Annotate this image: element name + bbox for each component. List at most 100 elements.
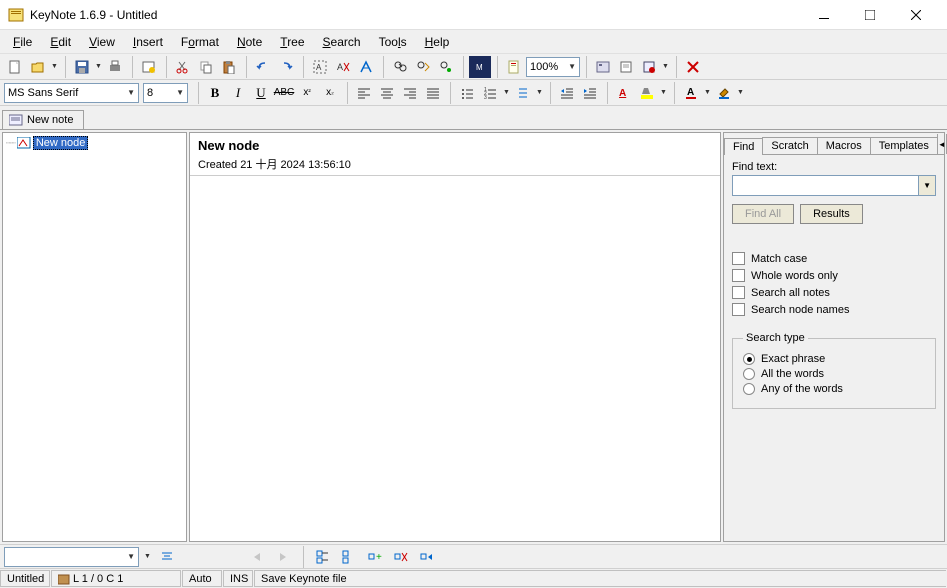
style-icon[interactable]	[355, 56, 377, 78]
menu-file[interactable]: File	[4, 32, 41, 52]
sidebar-tab-left-icon[interactable]: ◄	[937, 134, 946, 154]
copy-icon[interactable]	[195, 56, 217, 78]
indent-icon[interactable]	[579, 82, 601, 104]
strikethrough-icon[interactable]: ABC	[273, 82, 295, 104]
bg-color-icon[interactable]	[713, 82, 735, 104]
nav-back-icon[interactable]	[246, 546, 268, 568]
bullets-icon[interactable]	[456, 82, 478, 104]
paste-icon[interactable]	[218, 56, 240, 78]
menu-tree[interactable]: Tree	[271, 32, 313, 52]
find-label: Find text:	[732, 161, 936, 173]
maximize-button[interactable]	[847, 0, 893, 30]
undo-icon[interactable]	[252, 56, 274, 78]
numbering-icon[interactable]: 123	[479, 82, 501, 104]
any-words-radio[interactable]: Any of the words	[743, 383, 925, 395]
select-all-icon[interactable]: A	[309, 56, 331, 78]
align-right-icon[interactable]	[399, 82, 421, 104]
whole-words-checkbox[interactable]: Whole words only	[732, 269, 936, 282]
options-icon[interactable]	[592, 56, 614, 78]
find-icon[interactable]	[389, 56, 411, 78]
style-dropdown-icon[interactable]: ▼	[143, 546, 152, 568]
outdent-icon[interactable]	[556, 82, 578, 104]
tree-collapse-icon[interactable]	[338, 546, 360, 568]
menu-format[interactable]: Format	[172, 32, 228, 52]
clear-format-icon[interactable]: A	[332, 56, 354, 78]
nav-forward-icon[interactable]	[272, 546, 294, 568]
results-button[interactable]: Results	[800, 204, 863, 224]
redo-icon[interactable]	[275, 56, 297, 78]
open-dropdown-icon[interactable]: ▼	[50, 56, 59, 78]
new-file-icon[interactable]	[4, 56, 26, 78]
svg-text:M: M	[476, 63, 483, 72]
sidebar-tab-scratch[interactable]: Scratch	[762, 137, 817, 154]
cut-icon[interactable]	[172, 56, 194, 78]
style-combo[interactable]: ▼	[4, 547, 139, 567]
alarm-icon[interactable]	[638, 56, 660, 78]
template-icon[interactable]	[503, 56, 525, 78]
tree-add-icon[interactable]: +	[364, 546, 386, 568]
menu-search[interactable]: Search	[314, 32, 370, 52]
minimize-button[interactable]	[801, 0, 847, 30]
superscript-icon[interactable]: x²	[296, 82, 318, 104]
editor-body[interactable]	[190, 176, 720, 541]
italic-icon[interactable]: I	[227, 82, 249, 104]
font-combo[interactable]: MS Sans Serif▼	[4, 83, 139, 103]
menu-edit[interactable]: Edit	[41, 32, 80, 52]
search-node-names-checkbox[interactable]: Search node names	[732, 303, 936, 316]
note-tab[interactable]: New note	[2, 110, 84, 129]
find-text-input[interactable]: ▼	[732, 175, 936, 196]
alarm-dropdown-icon[interactable]: ▼	[661, 56, 670, 78]
text-color-icon[interactable]: A	[680, 82, 702, 104]
highlight-dropdown-icon[interactable]: ▼	[659, 82, 668, 104]
sidebar-tab-templates[interactable]: Templates	[870, 137, 938, 154]
zoom-combo[interactable]: 100%▼	[526, 57, 580, 77]
size-combo[interactable]: 8▼	[143, 83, 188, 103]
tree-delete-icon[interactable]	[390, 546, 412, 568]
highlight-icon[interactable]	[636, 82, 658, 104]
find-all-button[interactable]: Find All	[732, 204, 794, 224]
tree-panel[interactable]: ┈┈ New node	[2, 132, 187, 542]
sidebar-tab-find[interactable]: Find	[724, 138, 763, 155]
save-dropdown-icon[interactable]: ▼	[94, 56, 103, 78]
note-properties-icon[interactable]	[138, 56, 160, 78]
text-color-dropdown-icon[interactable]: ▼	[703, 82, 712, 104]
bg-color-dropdown-icon[interactable]: ▼	[736, 82, 745, 104]
editor-panel[interactable]: New node Created 21 十月 2024 13:56:10	[189, 132, 721, 542]
find-dropdown-icon[interactable]: ▼	[918, 176, 935, 195]
font-color-icon[interactable]: A	[613, 82, 635, 104]
tree-node[interactable]: ┈┈ New node	[6, 136, 183, 150]
menu-tools[interactable]: Tools	[370, 32, 416, 52]
tree-expand-icon[interactable]	[312, 546, 334, 568]
sidebar-tab-macros[interactable]: Macros	[817, 137, 871, 154]
exact-phrase-radio[interactable]: Exact phrase	[743, 353, 925, 365]
align-left-icon[interactable]	[353, 82, 375, 104]
menu-note[interactable]: Note	[228, 32, 271, 52]
line-spacing-icon[interactable]	[512, 82, 534, 104]
delete-icon[interactable]	[682, 56, 704, 78]
menu-view[interactable]: View	[80, 32, 124, 52]
search-all-notes-checkbox[interactable]: Search all notes	[732, 286, 936, 299]
tree-move-icon[interactable]	[416, 546, 438, 568]
align-justify-icon[interactable]	[422, 82, 444, 104]
align-center-icon[interactable]	[376, 82, 398, 104]
menu-insert[interactable]: Insert	[124, 32, 172, 52]
properties-icon[interactable]	[615, 56, 637, 78]
all-words-radio[interactable]: All the words	[743, 368, 925, 380]
find-next-icon[interactable]	[435, 56, 457, 78]
menu-bar: File Edit View Insert Format Note Tree S…	[0, 30, 947, 54]
menu-help[interactable]: Help	[416, 32, 459, 52]
close-button[interactable]	[893, 0, 939, 30]
macro-icon[interactable]: M	[469, 56, 491, 78]
underline-icon[interactable]: U	[250, 82, 272, 104]
apply-style-icon[interactable]	[156, 546, 178, 568]
subscript-icon[interactable]: x₂	[319, 82, 341, 104]
bold-icon[interactable]: B	[204, 82, 226, 104]
match-case-checkbox[interactable]: Match case	[732, 252, 936, 265]
line-spacing-dropdown-icon[interactable]: ▼	[535, 82, 544, 104]
open-file-icon[interactable]	[27, 56, 49, 78]
numbering-dropdown-icon[interactable]: ▼	[502, 82, 511, 104]
save-icon[interactable]	[71, 56, 93, 78]
tree-node-label[interactable]: New node	[33, 136, 89, 150]
replace-icon[interactable]	[412, 56, 434, 78]
print-icon[interactable]	[104, 56, 126, 78]
